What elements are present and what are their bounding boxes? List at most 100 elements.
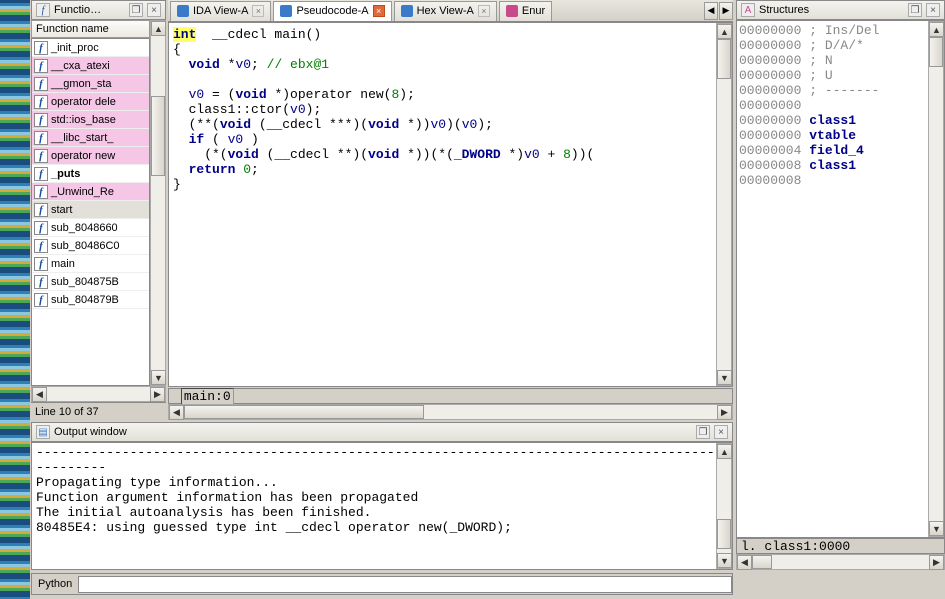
function-name: sub_8048660 — [51, 222, 118, 234]
scroll-down-icon[interactable]: ▼ — [717, 370, 732, 385]
scroll-right-icon[interactable]: ▶ — [150, 387, 165, 402]
nav-minimap-stripe[interactable] — [0, 0, 30, 599]
function-name: sub_804875B — [51, 276, 119, 288]
scroll-left-icon[interactable]: ◀ — [32, 387, 47, 402]
function-icon: f — [34, 113, 48, 127]
scroll-down-icon[interactable]: ▼ — [929, 521, 944, 536]
tab-label: IDA View-A — [193, 5, 248, 17]
functions-column-header[interactable]: Function name — [31, 20, 150, 38]
function-item[interactable]: f_init_proc — [32, 39, 149, 57]
function-icon: f — [34, 149, 48, 163]
function-item[interactable]: fsub_80486C0 — [32, 237, 149, 255]
functions-panel-title[interactable]: f Functio… ❐ × — [31, 0, 166, 20]
function-icon: f — [34, 95, 48, 109]
structures-view[interactable]: 00000000 ; Ins/Del00000000 ; D/A/*000000… — [737, 21, 928, 537]
code-status: main:0 — [168, 388, 733, 404]
function-item[interactable]: foperator dele — [32, 93, 149, 111]
structures-panel-title[interactable]: A Structures ❐ × — [736, 0, 945, 20]
function-name: start — [51, 204, 72, 216]
function-item[interactable]: f__cxa_atexi — [32, 57, 149, 75]
function-name: _Unwind_Re — [51, 186, 114, 198]
function-icon: f — [34, 275, 48, 289]
dock-icon[interactable]: ❐ — [908, 3, 922, 17]
function-name: __libc_start_ — [51, 132, 113, 144]
tab-icon — [177, 5, 189, 17]
panel-title-text: Functio… — [54, 4, 101, 16]
dock-icon[interactable]: ❐ — [129, 3, 143, 17]
function-item[interactable]: fstd::ios_base — [32, 111, 149, 129]
tab-label: Enur — [522, 5, 545, 17]
python-input[interactable] — [78, 576, 732, 593]
function-item[interactable]: fmain — [32, 255, 149, 273]
function-icon: f — [34, 239, 48, 253]
structures-panel: A Structures ❐ × 00000000 ; Ins/Del00000… — [736, 0, 945, 570]
function-icon: f — [34, 185, 48, 199]
tab-next-icon[interactable]: ▶ — [719, 2, 733, 20]
scroll-up-icon[interactable]: ▲ — [929, 22, 944, 37]
close-icon[interactable]: × — [714, 425, 728, 439]
close-icon[interactable]: × — [147, 3, 161, 17]
editor-tab[interactable]: Enur — [499, 1, 552, 21]
functions-list[interactable]: f_init_procf__cxa_atexif__gmon_stafopera… — [31, 38, 150, 386]
close-icon[interactable]: × — [926, 3, 940, 17]
function-item[interactable]: fsub_804875B — [32, 273, 149, 291]
structures-status: l. class1:0000 — [736, 538, 945, 554]
pseudocode-view[interactable]: int __cdecl main(){ void *v0; // ebx@1 v… — [169, 23, 716, 386]
function-name: sub_80486C0 — [51, 240, 120, 252]
functions-vscroll[interactable]: ▲ ▼ — [150, 20, 166, 386]
editor-tabbar: IDA View-A×Pseudocode-A×Hex View-A×Enur … — [168, 0, 733, 22]
function-item[interactable]: f__gmon_sta — [32, 75, 149, 93]
function-item[interactable]: fstart — [32, 201, 149, 219]
function-item[interactable]: f__libc_start_ — [32, 129, 149, 147]
functions-hscroll[interactable]: ◀ ▶ — [31, 386, 166, 402]
tab-icon — [506, 5, 518, 17]
editor-tab[interactable]: Hex View-A × — [394, 1, 497, 21]
function-name: operator dele — [51, 96, 116, 108]
scroll-right-icon[interactable]: ▶ — [717, 405, 732, 420]
function-icon: f — [34, 77, 48, 91]
function-icon: f — [34, 221, 48, 235]
code-vscroll[interactable]: ▲ ▼ — [716, 23, 732, 386]
tab-close-icon[interactable]: × — [252, 5, 264, 17]
structures-hscroll[interactable]: ◀ ▶ — [736, 554, 945, 570]
function-item[interactable]: fsub_8048660 — [32, 219, 149, 237]
code-hscroll[interactable]: ◀ ▶ — [168, 404, 733, 420]
tab-close-icon[interactable]: × — [373, 5, 385, 17]
functions-panel: f Functio… ❐ × Function name f_init_proc… — [31, 0, 166, 420]
editor-tab[interactable]: Pseudocode-A × — [273, 1, 391, 21]
scroll-left-icon[interactable]: ◀ — [737, 555, 752, 570]
function-icon: f — [34, 59, 48, 73]
tab-close-icon[interactable]: × — [478, 5, 490, 17]
function-icon: f — [34, 167, 48, 181]
output-icon: ▤ — [36, 425, 50, 439]
python-label: Python — [32, 578, 78, 590]
scroll-up-icon[interactable]: ▲ — [717, 444, 732, 459]
scroll-down-icon[interactable]: ▼ — [717, 553, 732, 568]
function-item[interactable]: f_puts — [32, 165, 149, 183]
panel-title-text: Structures — [759, 4, 809, 16]
function-name: main — [51, 258, 75, 270]
output-panel-title[interactable]: ▤ Output window ❐ × — [31, 422, 733, 442]
function-icon: f — [34, 257, 48, 271]
scroll-up-icon[interactable]: ▲ — [717, 24, 732, 39]
function-item[interactable]: f_Unwind_Re — [32, 183, 149, 201]
scroll-down-icon[interactable]: ▼ — [151, 370, 166, 385]
function-icon: f — [34, 131, 48, 145]
tab-icon — [280, 5, 292, 17]
tab-label: Hex View-A — [417, 5, 474, 17]
structures-vscroll[interactable]: ▲ ▼ — [928, 21, 944, 537]
tab-label: Pseudocode-A — [296, 5, 368, 17]
scroll-left-icon[interactable]: ◀ — [169, 405, 184, 420]
dock-icon[interactable]: ❐ — [696, 425, 710, 439]
function-item[interactable]: fsub_804879B — [32, 291, 149, 309]
function-name: _init_proc — [51, 42, 99, 54]
output-text[interactable]: ----------------------------------------… — [32, 443, 716, 569]
scroll-right-icon[interactable]: ▶ — [929, 555, 944, 570]
function-item[interactable]: foperator new — [32, 147, 149, 165]
function-name: sub_804879B — [51, 294, 119, 306]
structures-icon: A — [741, 3, 755, 17]
scroll-up-icon[interactable]: ▲ — [151, 21, 166, 36]
output-vscroll[interactable]: ▲ ▼ — [716, 443, 732, 569]
editor-tab[interactable]: IDA View-A × — [170, 1, 271, 21]
tab-prev-icon[interactable]: ◀ — [704, 2, 718, 20]
